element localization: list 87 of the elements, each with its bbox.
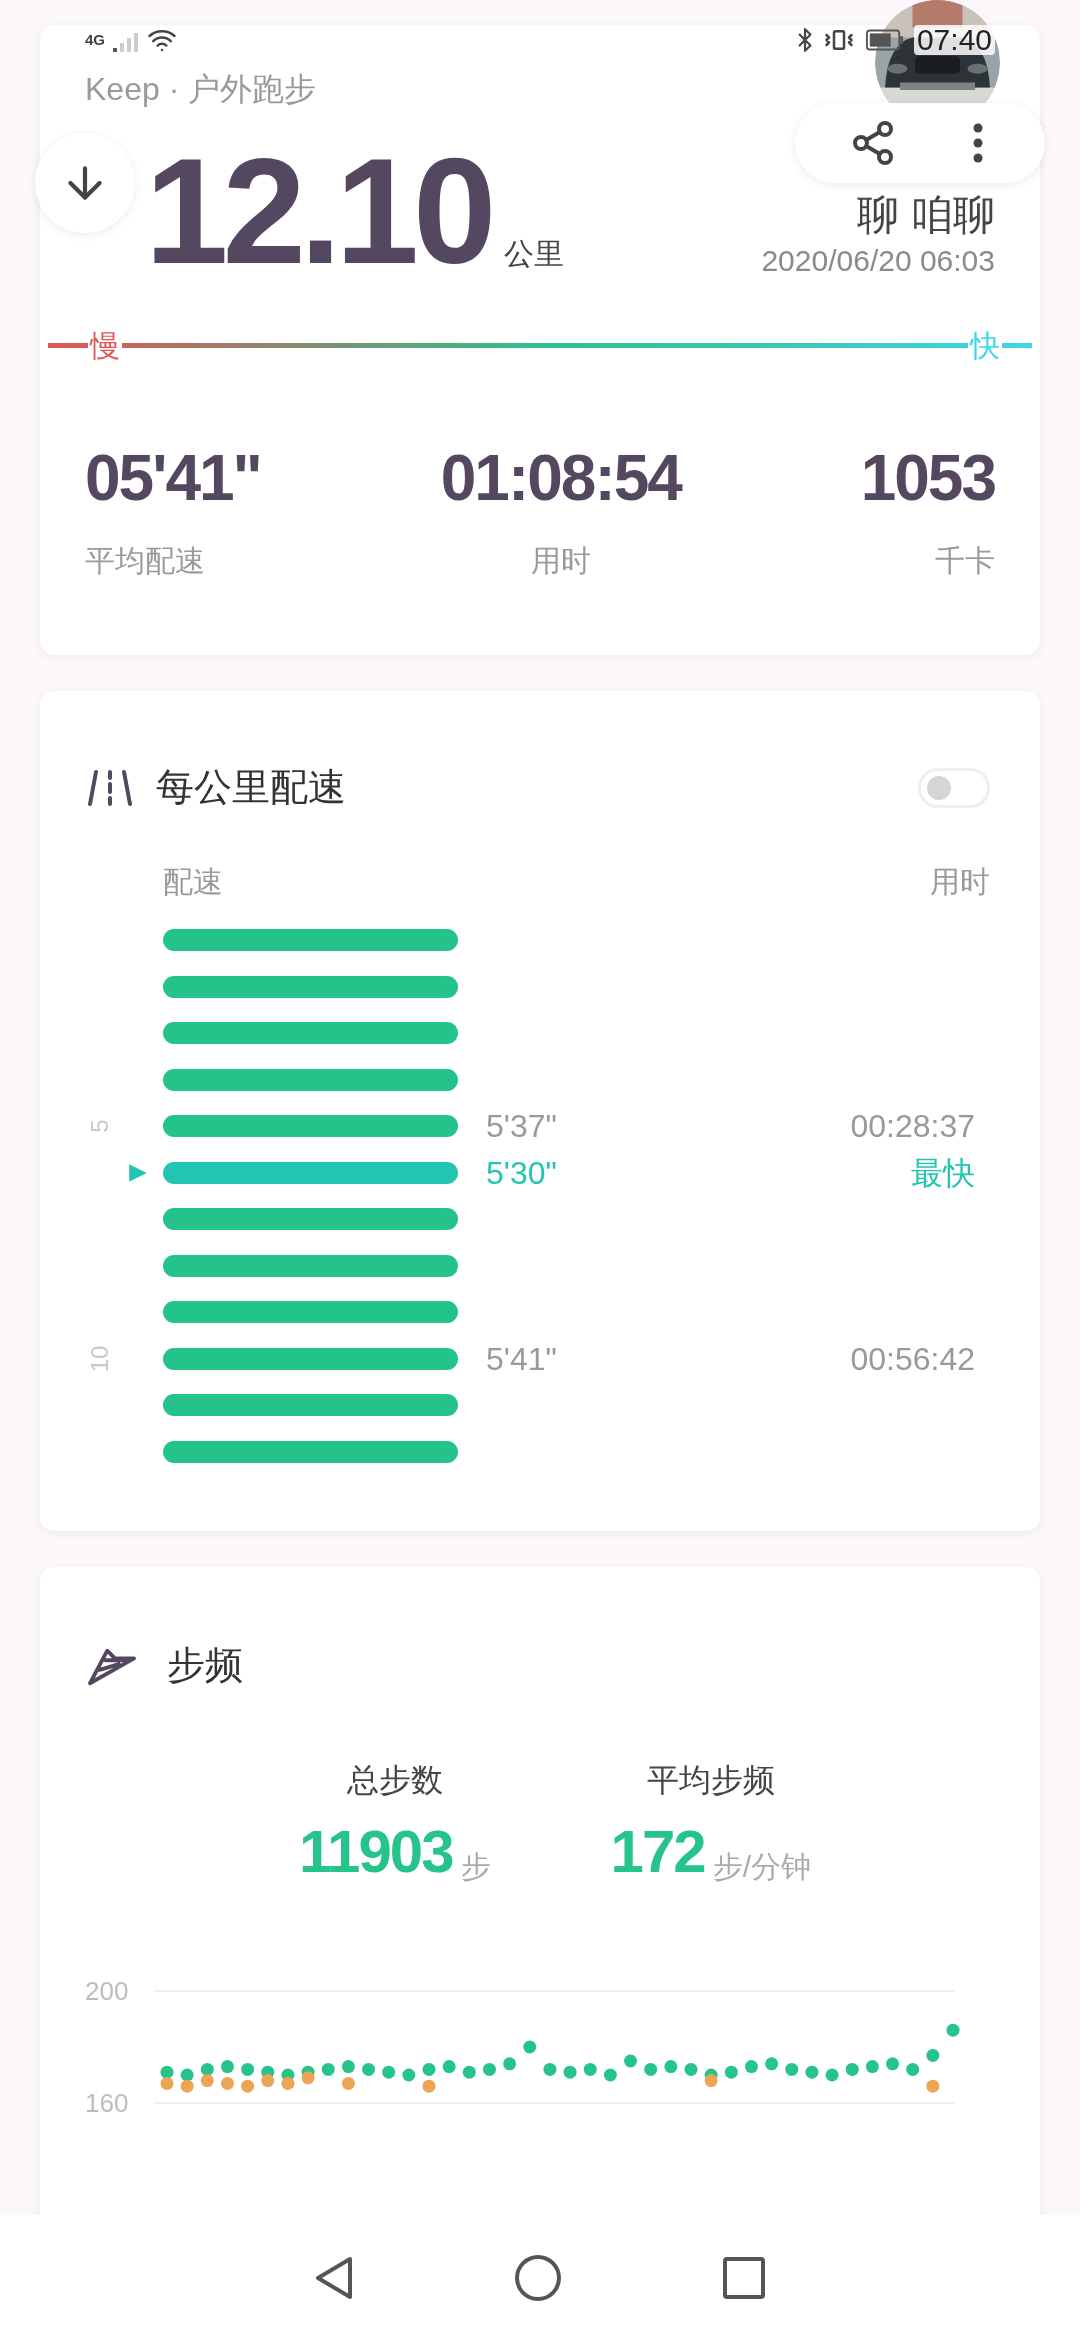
pace-value: 5'37" (486, 1108, 557, 1145)
stat-unit: 步/分钟 (712, 1852, 811, 1882)
activity-date: 2020/06/20 06:03 (761, 245, 995, 276)
section-title: 步频 (167, 1643, 243, 1688)
data-point (180, 2079, 194, 2093)
distance-unit: 公里 (504, 235, 565, 272)
recents-icon[interactable] (722, 2255, 766, 2300)
data-point (281, 2076, 295, 2090)
data-point (704, 2074, 718, 2088)
axis-tick-label: 200 (85, 1978, 129, 2004)
split-time: 00:28:37 (850, 1107, 975, 1147)
data-point (200, 2074, 214, 2088)
data-point (341, 2076, 355, 2090)
section-title: 每公里配速 (156, 765, 346, 810)
data-point (583, 2062, 597, 2076)
data-point (422, 2062, 436, 2076)
data-point (926, 2048, 940, 2062)
data-point (624, 2054, 638, 2068)
data-point (160, 2076, 174, 2090)
data-point (765, 2057, 779, 2071)
stat-label: 平均步频 (646, 1764, 775, 1796)
data-point (382, 2065, 396, 2079)
pace-value: 5'30" (486, 1154, 557, 1191)
user-nickname: 聊 咱聊 (857, 193, 995, 236)
fastest-label: 最快 (911, 1153, 975, 1193)
data-point (220, 2076, 234, 2090)
data-point (321, 2062, 335, 2076)
data-point (341, 2060, 355, 2074)
more-icon (972, 123, 983, 163)
toggle-switch[interactable] (918, 767, 990, 808)
distance-value: 12.10 (145, 148, 491, 276)
column-header: 配速 (163, 864, 223, 900)
data-point (482, 2062, 496, 2076)
stat-value: 05'41" (85, 445, 261, 510)
pace-value: 5'41" (486, 1340, 557, 1377)
data-point (724, 2065, 738, 2079)
stat-label: 总步数 (346, 1764, 443, 1796)
data-point (603, 2068, 617, 2082)
stat-value: 11903 (299, 1822, 453, 1882)
stat-label: 用时 (530, 542, 591, 579)
data-point (886, 2057, 900, 2071)
stat-value: 1053 (860, 445, 995, 510)
battery-icon (865, 29, 904, 51)
data-point (362, 2062, 376, 2076)
data-point (220, 2060, 234, 2074)
home-icon[interactable] (514, 2253, 562, 2302)
back-icon[interactable] (314, 2255, 354, 2300)
data-point (442, 2060, 456, 2074)
data-point (744, 2060, 758, 2074)
network-label: 4G (85, 29, 105, 50)
stat-value: 172 (610, 1822, 705, 1882)
data-point (906, 2062, 920, 2076)
data-point (301, 2071, 315, 2085)
data-point (644, 2062, 658, 2076)
data-point (684, 2062, 698, 2076)
activity-source: Keep · 户外跑步 (85, 70, 318, 109)
stat-label: 千卡 (935, 542, 995, 579)
column-header: 用时 (930, 864, 990, 900)
stat-label: 平均配速 (85, 542, 205, 579)
clock-time: 07:40 (913, 25, 995, 55)
data-point (523, 2040, 537, 2054)
data-point (926, 2079, 940, 2093)
data-point (664, 2060, 678, 2074)
marker-icon (127, 1161, 149, 1184)
data-point (241, 2062, 255, 2076)
data-point (261, 2074, 275, 2088)
data-point (946, 2023, 960, 2037)
stat-unit: 步 (460, 1852, 491, 1882)
data-point (422, 2079, 436, 2093)
data-point (402, 2068, 416, 2082)
data-point (865, 2060, 879, 2074)
stat-value: 01:08:54 (440, 445, 681, 510)
road-icon (88, 767, 132, 808)
data-point (563, 2065, 577, 2079)
split-time: 00:56:42 (850, 1339, 975, 1379)
data-point (543, 2062, 557, 2076)
data-point (805, 2065, 819, 2079)
data-point (825, 2068, 839, 2082)
data-point (503, 2057, 517, 2071)
data-point (845, 2062, 859, 2076)
data-point (200, 2062, 214, 2076)
data-point (462, 2065, 476, 2079)
data-point (180, 2068, 194, 2082)
data-point (160, 2065, 174, 2079)
axis-tick-label: 160 (85, 2090, 129, 2116)
data-point (241, 2079, 255, 2093)
data-point (785, 2062, 799, 2076)
